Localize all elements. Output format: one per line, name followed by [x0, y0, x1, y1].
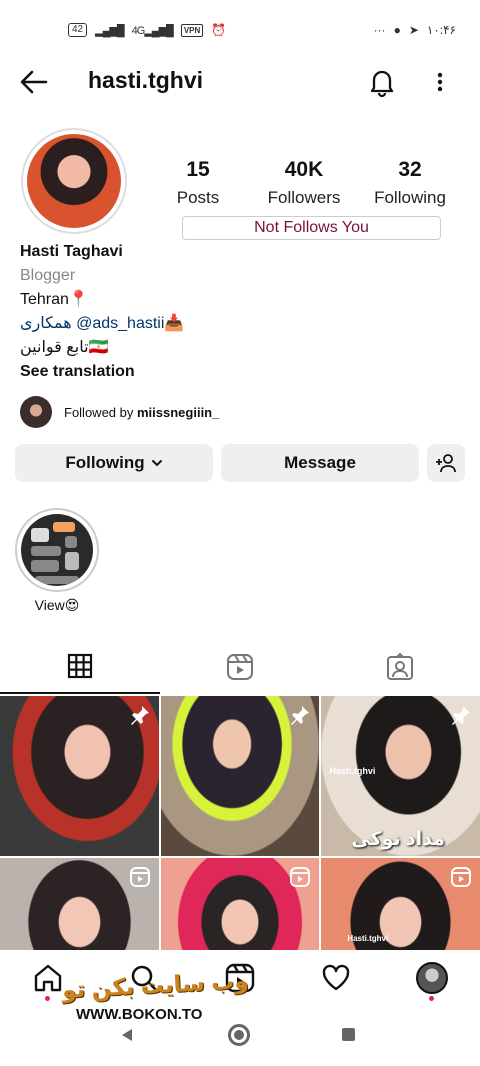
highlight-cover	[21, 514, 93, 586]
not-follows-you-badge: Not Follows You	[182, 216, 441, 240]
tab-tagged[interactable]	[320, 640, 480, 694]
add-person-icon	[436, 454, 456, 473]
reel-icon	[290, 867, 311, 887]
heart-icon[interactable]	[320, 962, 352, 994]
stat-posts[interactable]: 15 Posts	[172, 158, 224, 208]
stat-posts-value: 15	[186, 158, 210, 181]
reels-icon	[227, 654, 253, 680]
system-navigation	[0, 1014, 480, 1066]
stat-followers-value: 40K	[284, 158, 324, 181]
signal-icon: ▂▄▆█	[95, 24, 124, 37]
profile-tabs	[0, 640, 480, 694]
profile-avatar[interactable]	[21, 128, 127, 234]
suggest-user-button[interactable]	[427, 444, 465, 482]
telegram-icon: ➤	[408, 23, 419, 37]
pin-icon	[452, 706, 470, 725]
tab-posts-grid[interactable]	[0, 640, 160, 694]
bio-rules-line: تابع قوانین🇮🇷	[20, 339, 109, 356]
follower-avatar	[20, 396, 52, 428]
bio-ads-line[interactable]: همکاری @ads_hastii📥	[20, 312, 460, 336]
grid-post[interactable]	[160, 696, 320, 856]
profile-category: Blogger	[20, 267, 76, 284]
message-button-label: Message	[284, 453, 356, 472]
grid-icon	[67, 653, 93, 679]
following-button-label: Following	[65, 453, 145, 472]
posts-grid: Hasti.tghvi مداد نوکی Hasti.tghvi	[0, 696, 480, 950]
reel-icon	[451, 867, 471, 887]
post-subcaption: Hasti.tghvi	[347, 934, 389, 943]
home-notification-dot	[45, 996, 50, 1001]
post-subcaption: Hasti.tghvi	[329, 766, 376, 776]
system-home-icon[interactable]	[228, 1024, 250, 1046]
highlight-label: View😍	[34, 597, 80, 613]
chat-icon: ●	[393, 23, 401, 37]
system-back-icon[interactable]	[120, 1028, 134, 1042]
profile-username: hasti.tghvi	[88, 67, 204, 93]
profile-full-name: Hasti Taghavi	[20, 243, 123, 260]
bell-icon[interactable]	[366, 66, 398, 98]
grid-post[interactable]: Hasti.tghvi	[321, 858, 480, 950]
profile-notification-dot	[429, 996, 434, 1001]
reel-icon	[129, 867, 150, 887]
system-recents-icon[interactable]	[342, 1028, 355, 1041]
grid-post[interactable]: Hasti.tghvi مداد نوکی	[321, 696, 480, 856]
back-arrow-icon[interactable]	[18, 66, 50, 98]
profile-nav-avatar[interactable]	[416, 962, 448, 994]
stat-following-label: Following	[374, 188, 446, 207]
story-highlight[interactable]	[15, 508, 99, 592]
profile-city: Tehran📍	[20, 291, 89, 308]
following-button[interactable]: Following	[15, 444, 213, 482]
clock: ۱۰:۴۶	[426, 23, 456, 37]
profile-bio: Hasti Taghavi Blogger Tehran📍 همکاری @ad…	[20, 240, 460, 384]
message-button[interactable]: Message	[221, 444, 419, 482]
more-options-icon[interactable]	[428, 66, 452, 98]
vpn-badge: VPN	[180, 23, 204, 37]
see-translation-link[interactable]: See translation	[20, 360, 460, 384]
followed-by[interactable]: Followed by miissnegiiin_	[20, 396, 219, 428]
grid-post[interactable]	[0, 696, 159, 856]
status-bar: 42 ▂▄▆█ 4G▂▄▆█ VPN ⏰ ··· ● ➤ ۱۰:۴۶	[0, 0, 480, 60]
avatar-photo	[27, 134, 121, 228]
pin-icon	[130, 706, 149, 725]
alarm-icon: ⏰	[211, 23, 227, 37]
stat-posts-label: Posts	[176, 188, 220, 207]
stat-followers[interactable]: 40K Followers	[262, 158, 346, 208]
grid-post[interactable]	[160, 858, 320, 950]
grid-post[interactable]	[0, 858, 159, 950]
tagged-icon	[387, 653, 413, 680]
pin-icon	[291, 706, 310, 725]
post-caption: مداد نوکی	[351, 829, 445, 850]
stat-following[interactable]: 32 Following	[370, 158, 450, 208]
stat-followers-label: Followers	[267, 188, 341, 207]
tab-reels[interactable]	[160, 640, 320, 694]
home-icon[interactable]	[32, 962, 64, 994]
network-type: 4G▂▄▆█	[131, 24, 174, 37]
more-notifications: ···	[373, 23, 386, 37]
chevron-down-icon	[151, 460, 162, 467]
followed-by-text: Followed by miissnegiiin_	[64, 404, 220, 420]
stat-following-value: 32	[398, 158, 422, 181]
battery-indicator: 42	[68, 23, 88, 37]
top-bar: hasti.tghvi	[0, 60, 480, 104]
